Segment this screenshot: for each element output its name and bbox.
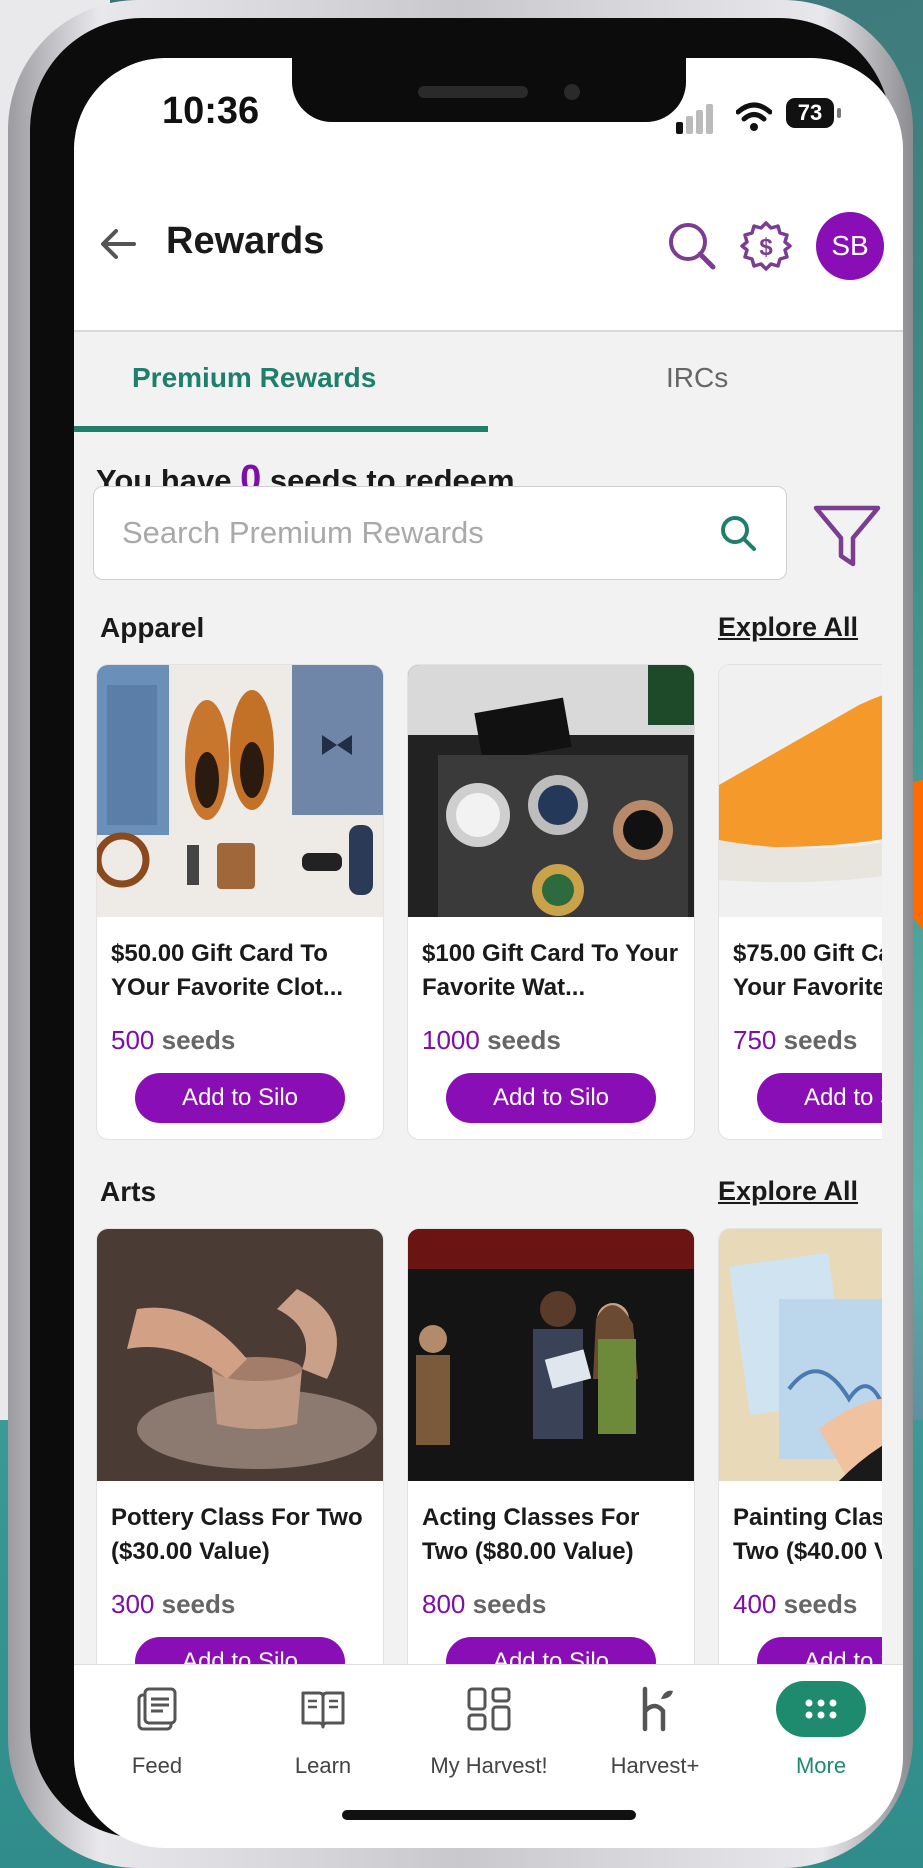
nav-item-learn[interactable]: Learn: [240, 1665, 406, 1785]
reward-card[interactable]: $100 Gift Card To Your Favorite Wat... 1…: [407, 664, 695, 1140]
page-title: Rewards: [166, 220, 325, 262]
nav-item-more[interactable]: More: [738, 1665, 903, 1785]
speaker-grille: [418, 86, 528, 98]
price-unit: seeds: [161, 1589, 236, 1619]
card-title: $75.00 Gift Card To Your Favorite...: [733, 940, 882, 1001]
harvest-plus-icon: [642, 1686, 673, 1732]
reward-card[interactable]: $75.00 Gift Card To Your Favorite... 750…: [718, 664, 882, 1140]
reward-card[interactable]: Acting Classes For Two ($80.00 Value) 80…: [407, 1228, 695, 1664]
nav-label: My Harvest!: [430, 1753, 548, 1778]
card-title: Acting Classes For Two ($80.00 Value): [422, 1504, 640, 1565]
nav-item-feed[interactable]: Feed: [74, 1665, 240, 1785]
price-value: 500: [111, 1025, 155, 1055]
section-title-arts: Arts: [100, 1176, 157, 1207]
sneaker-image: [719, 665, 882, 917]
nav-item-harvest-plus[interactable]: Harvest+: [572, 1665, 738, 1785]
active-tab-indicator: [74, 426, 488, 432]
painting-image: [719, 1229, 882, 1481]
home-indicator[interactable]: [342, 1810, 636, 1820]
svg-text:$: $: [759, 234, 773, 261]
signal-icon: [676, 104, 713, 134]
battery-indicator: 73: [786, 98, 841, 128]
clothing-image: [97, 665, 383, 917]
price-unit: seeds: [487, 1025, 561, 1055]
card-price: 1000 seeds: [422, 1025, 561, 1056]
card-title: $100 Gift Card To Your Favorite Wat...: [422, 940, 679, 1001]
acting-image: [408, 1229, 694, 1481]
price-value: 1000: [422, 1025, 480, 1055]
user-avatar[interactable]: SB: [816, 212, 884, 280]
search-box: [93, 486, 787, 580]
add-to-silo-button[interactable]: Add to Silo: [135, 1637, 345, 1664]
card-title: Pottery Class For Two ($30.00 Value): [111, 1504, 363, 1565]
wifi-icon: [736, 102, 772, 131]
nav-label: Harvest+: [610, 1753, 700, 1778]
add-to-silo-button[interactable]: Add to Silo: [757, 1073, 882, 1123]
app-header: Rewards $ SB: [74, 170, 903, 332]
card-price: 750 seeds: [733, 1025, 857, 1056]
grid-icon: [467, 1687, 511, 1731]
nav-item-my-harvest[interactable]: My Harvest!: [406, 1665, 572, 1785]
nav-label: More: [795, 1753, 847, 1778]
seeds-currency-icon[interactable]: $: [740, 220, 792, 272]
price-unit: seeds: [161, 1025, 236, 1055]
status-time: 10:36: [162, 90, 260, 132]
back-arrow-icon[interactable]: [94, 220, 142, 268]
bottom-nav: Feed Learn My Harvest! Harvest+ More: [74, 1664, 903, 1848]
phone-bezel: 10:36 73 Rewards $ SB Premium Rewards IR…: [30, 18, 903, 1848]
price-unit: seeds: [472, 1589, 547, 1619]
camera-notch: [292, 58, 686, 122]
reward-card[interactable]: Pottery Class For Two ($30.00 Value) 300…: [96, 1228, 384, 1664]
add-to-silo-button[interactable]: Add to Silo: [446, 1637, 656, 1664]
add-to-silo-button[interactable]: Add to Silo: [757, 1637, 882, 1664]
explore-all-arts-link[interactable]: Explore All: [718, 1176, 858, 1207]
search-icon[interactable]: [666, 220, 718, 272]
filter-icon[interactable]: [812, 502, 882, 572]
add-to-silo-button[interactable]: Add to Silo: [135, 1073, 345, 1123]
pottery-image: [97, 1229, 383, 1481]
price-unit: seeds: [783, 1589, 858, 1619]
card-price: 800 seeds: [422, 1589, 546, 1620]
front-camera: [564, 84, 580, 100]
watches-image: [408, 665, 694, 917]
search-input[interactable]: [120, 507, 684, 559]
reward-card[interactable]: Painting Class For Two ($40.00 Value) 40…: [718, 1228, 882, 1664]
price-value: 800: [422, 1589, 466, 1619]
tab-ircs[interactable]: IRCs: [666, 362, 728, 394]
card-price: 500 seeds: [111, 1025, 235, 1056]
price-value: 750: [733, 1025, 777, 1055]
price-value: 300: [111, 1589, 155, 1619]
tab-premium-rewards[interactable]: Premium Rewards: [132, 362, 376, 394]
feed-icon: [137, 1687, 177, 1731]
arts-card-row: Pottery Class For Two ($30.00 Value) 300…: [96, 1228, 882, 1664]
card-title: $50.00 Gift Card To YOur Favorite Clot..…: [111, 940, 344, 1001]
explore-all-apparel-link[interactable]: Explore All: [718, 612, 858, 643]
app-screen: 10:36 73 Rewards $ SB Premium Rewards IR…: [74, 58, 903, 1848]
card-title: Painting Class For Two ($40.00 Value): [733, 1504, 882, 1565]
price-value: 400: [733, 1589, 777, 1619]
nav-label: Feed: [131, 1753, 183, 1778]
card-price: 300 seeds: [111, 1589, 235, 1620]
section-title-apparel: Apparel: [100, 612, 205, 643]
nav-label: Learn: [294, 1753, 352, 1778]
tab-bar: Premium Rewards IRCs: [74, 332, 903, 432]
phone-frame: 10:36 73 Rewards $ SB Premium Rewards IR…: [8, 0, 913, 1868]
price-unit: seeds: [783, 1025, 858, 1055]
apparel-card-row: $50.00 Gift Card To YOur Favorite Clot..…: [96, 664, 882, 1144]
more-dots-icon: [805, 1699, 837, 1719]
add-to-silo-button[interactable]: Add to Silo: [446, 1073, 656, 1123]
book-icon: [301, 1691, 345, 1729]
search-icon[interactable]: [718, 513, 758, 553]
card-price: 400 seeds: [733, 1589, 857, 1620]
reward-card[interactable]: $50.00 Gift Card To YOur Favorite Clot..…: [96, 664, 384, 1140]
